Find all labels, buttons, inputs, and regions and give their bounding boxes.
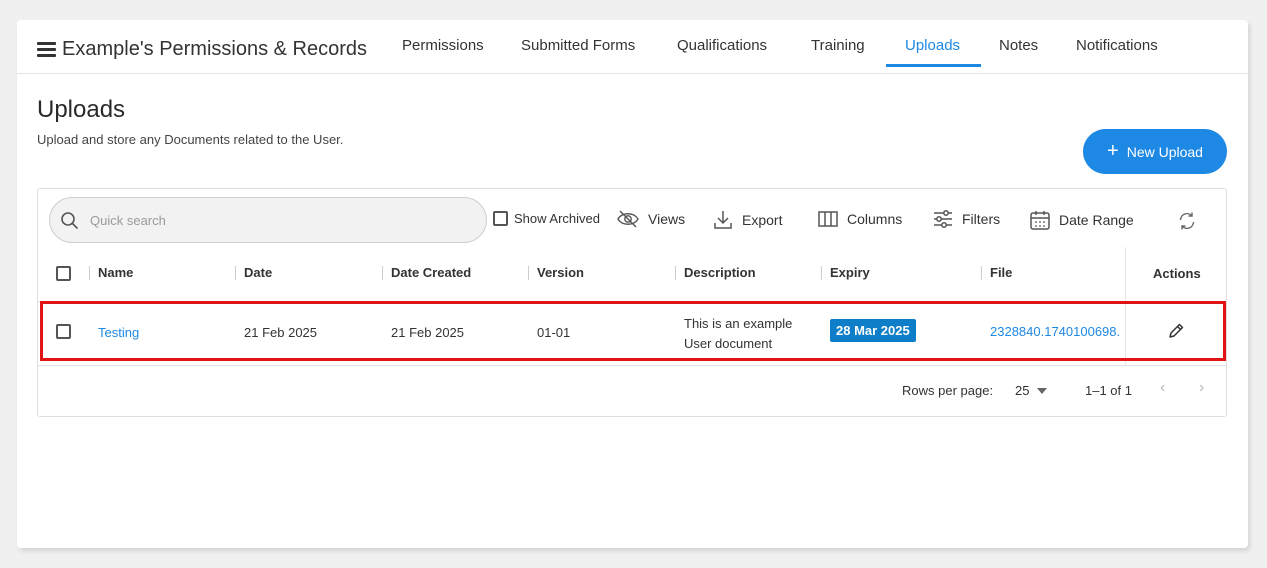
column-separator	[981, 266, 982, 280]
tab-uploads[interactable]: Uploads	[905, 37, 960, 54]
uploads-data-grid: Show Archived Views Export	[37, 188, 1227, 417]
pagination-range: 1–1 of 1	[1085, 383, 1132, 398]
new-upload-button[interactable]: + New Upload	[1083, 129, 1227, 174]
eye-off-icon	[617, 210, 639, 228]
filters-button[interactable]: Filters	[932, 209, 1000, 229]
column-header-actions: Actions	[1153, 266, 1201, 281]
date-range-label: Date Range	[1059, 212, 1134, 228]
row-highlight-annotation	[40, 301, 1226, 361]
export-button[interactable]: Export	[712, 209, 782, 231]
footer-divider	[38, 365, 1226, 366]
column-header-description[interactable]: Description	[684, 265, 756, 280]
app-title: Example's Permissions & Records	[62, 38, 368, 60]
tab-submitted-forms[interactable]: Submitted Forms	[521, 37, 635, 54]
filters-label: Filters	[962, 211, 1001, 227]
caret-down-icon	[1037, 387, 1048, 394]
new-upload-label: New Upload	[1126, 143, 1203, 160]
tab-permissions[interactable]: Permissions	[402, 37, 484, 54]
columns-icon	[818, 211, 838, 227]
column-header-date-created[interactable]: Date Created	[391, 265, 471, 280]
column-separator	[675, 266, 676, 280]
rows-per-page-select[interactable]: 25	[1015, 383, 1048, 398]
tab-qualifications[interactable]: Qualifications	[677, 37, 767, 54]
date-range-button[interactable]: Date Range	[1029, 209, 1134, 231]
page-subtitle: Upload and store any Documents related t…	[37, 132, 344, 147]
column-separator	[382, 266, 383, 280]
hamburger-menu-icon[interactable]	[37, 42, 56, 57]
calendar-icon	[1030, 211, 1050, 230]
search-icon	[61, 212, 78, 229]
column-header-date[interactable]: Date	[244, 265, 272, 280]
top-navigation: Example's Permissions & Records Permissi…	[17, 20, 1248, 74]
column-separator	[89, 266, 90, 280]
records-card: Example's Permissions & Records Permissi…	[17, 20, 1248, 548]
show-archived-label: Show Archived	[514, 211, 600, 226]
previous-page-chevron-icon[interactable]: ‹	[1160, 379, 1165, 397]
column-separator	[235, 266, 236, 280]
next-page-chevron-icon[interactable]: ›	[1199, 379, 1204, 397]
filter-sliders-icon	[934, 210, 952, 228]
plus-icon: +	[1107, 139, 1119, 162]
rows-per-page-value: 25	[1015, 383, 1030, 398]
column-header-version[interactable]: Version	[537, 265, 584, 280]
column-header-expiry[interactable]: Expiry	[830, 265, 870, 280]
column-header-file[interactable]: File	[990, 265, 1012, 280]
column-header-name[interactable]: Name	[98, 265, 133, 280]
select-all-checkbox[interactable]	[56, 266, 71, 281]
refresh-button[interactable]	[1177, 211, 1197, 231]
download-icon	[714, 211, 732, 229]
tab-training[interactable]: Training	[811, 37, 865, 54]
columns-button[interactable]: Columns	[817, 209, 902, 229]
tab-notifications[interactable]: Notifications	[1076, 37, 1158, 54]
column-separator	[821, 266, 822, 280]
page-title: Uploads	[37, 96, 126, 123]
active-tab-indicator	[886, 64, 981, 67]
refresh-icon	[1179, 212, 1195, 230]
rows-per-page-label: Rows per page:	[902, 383, 994, 398]
views-button[interactable]: Views	[616, 209, 685, 229]
export-label: Export	[742, 212, 783, 228]
column-separator	[528, 266, 529, 280]
columns-label: Columns	[847, 211, 903, 227]
show-archived-toggle[interactable]: Show Archived	[493, 211, 600, 226]
views-label: Views	[648, 211, 686, 227]
search-input[interactable]	[90, 209, 470, 231]
show-archived-checkbox[interactable]	[493, 211, 508, 226]
quick-search[interactable]	[49, 197, 487, 243]
tab-notes[interactable]: Notes	[999, 37, 1038, 54]
